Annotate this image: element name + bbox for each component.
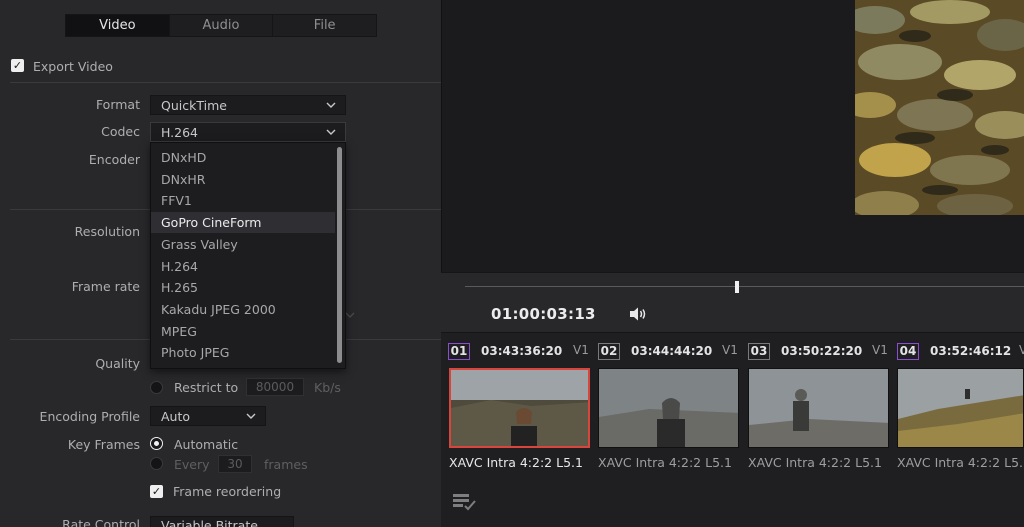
clip-thumbnail-image (898, 369, 1023, 447)
restrict-radio[interactable] (150, 381, 163, 394)
clip-name: XAVC Intra 4:2:2 L5.1 (598, 455, 732, 470)
clip-thumbnail-image (599, 369, 738, 447)
clip-number-badge: 01 (448, 342, 470, 360)
every-radio[interactable] (150, 457, 163, 470)
quality-label: Quality (95, 356, 140, 371)
dropdown-item-dnxhr[interactable]: DNxHR (151, 169, 335, 190)
rate-control-select[interactable]: Variable Bitrate (150, 516, 294, 527)
settings-tabs: Video Audio File (65, 14, 377, 37)
encoding-profile-select[interactable]: Auto (150, 406, 266, 426)
dropdown-item-gopro-cineform[interactable]: GoPro CineForm (151, 212, 335, 233)
export-video-label: Export Video (33, 59, 113, 74)
render-settings-panel: Video Audio File ✓ Export Video Format Q… (0, 0, 441, 527)
clip-header-4: 04 03:52:46:12 (897, 342, 1011, 360)
restrict-unit: Kb/s (314, 380, 341, 395)
dropdown-item-kakadu-jpeg-2000[interactable]: Kakadu JPEG 2000 (151, 299, 335, 320)
codec-value: H.264 (161, 124, 199, 140)
codec-label: Codec (101, 124, 140, 139)
clip-track: V1 (573, 343, 589, 357)
speaker-icon[interactable] (628, 306, 648, 322)
tab-file[interactable]: File (273, 15, 376, 36)
chevron-down-icon (326, 102, 336, 108)
clip-thumbnail-image (451, 370, 588, 446)
format-value: QuickTime (161, 97, 227, 113)
clip-timecode: 03:44:44:20 (631, 344, 713, 358)
clip-timecode: 03:52:46:12 (930, 344, 1012, 358)
encoder-label: Encoder (88, 152, 140, 167)
clip-track: V1 (722, 343, 738, 357)
clip-timecode: 03:50:22:20 (781, 344, 863, 358)
clip-thumbnail[interactable] (897, 368, 1024, 448)
encoding-profile-value: Auto (161, 408, 191, 424)
clip-number-badge: 03 (748, 342, 770, 360)
restrict-bitrate-input[interactable]: 80000 (246, 378, 304, 396)
clip-thumbnail[interactable] (748, 368, 889, 448)
frame-rate-label: Frame rate (71, 279, 140, 294)
restrict-label: Restrict to (174, 380, 239, 395)
key-frames-label: Key Frames (67, 437, 140, 452)
frame-reordering-label: Frame reordering (173, 484, 282, 499)
automatic-radio[interactable] (151, 438, 162, 449)
scrubber-track[interactable] (465, 286, 1024, 287)
dropdown-item-grass-valley[interactable]: Grass Valley (151, 234, 335, 255)
clip-track: V1 (872, 343, 888, 357)
rate-control-label: Rate Control (62, 517, 140, 527)
codec-dropdown-list: DNxHD DNxHR FFV1 GoPro CineForm Grass Va… (150, 142, 346, 369)
chevron-down-icon (326, 129, 336, 135)
clip-header-3: 03 03:50:22:20 (748, 342, 862, 360)
clip-name: XAVC Intra 4:2:2 L5.1 (897, 455, 1024, 470)
dropdown-item-dnxhd[interactable]: DNxHD (151, 147, 335, 168)
tab-video[interactable]: Video (66, 15, 170, 36)
clip-number-badge: 02 (598, 342, 620, 360)
clip-track: V (1019, 343, 1024, 357)
automatic-label: Automatic (174, 437, 239, 452)
encoding-profile-label: Encoding Profile (39, 409, 140, 424)
tab-audio[interactable]: Audio (170, 15, 274, 36)
dropdown-item-photo-jpeg[interactable]: Photo JPEG (151, 342, 335, 363)
clips-footer (441, 480, 1024, 527)
every-label: Every (174, 457, 210, 472)
clip-name: XAVC Intra 4:2:2 L5.1 (748, 455, 882, 470)
rate-control-value: Variable Bitrate (161, 517, 258, 527)
rock-texture-image (855, 0, 1024, 215)
export-video-checkbox[interactable]: ✓ (11, 59, 24, 72)
clip-header-2: 02 03:44:44:20 (598, 342, 712, 360)
clip-number-badge: 04 (897, 342, 919, 360)
format-label: Format (95, 97, 140, 112)
clip-name: XAVC Intra 4:2:2 L5.1 (449, 455, 583, 470)
clip-header-1: 01 03:43:36:20 (448, 342, 562, 360)
viewer-timecode: 01:00:03:13 (491, 305, 596, 323)
codec-select[interactable]: H.264 (150, 122, 346, 142)
clip-thumbnail-image (749, 369, 888, 447)
divider (10, 82, 441, 83)
clip-timecode: 03:43:36:20 (481, 344, 563, 358)
dropdown-scrollbar[interactable] (337, 147, 342, 363)
dropdown-item-h265[interactable]: H.265 (151, 277, 335, 298)
resolution-label: Resolution (74, 224, 140, 239)
frame-reordering-checkbox[interactable]: ✓ (150, 485, 163, 498)
every-unit: frames (264, 457, 308, 472)
format-select[interactable]: QuickTime (150, 95, 346, 115)
playhead-handle[interactable] (735, 281, 739, 293)
clip-thumbnail[interactable] (449, 368, 590, 448)
transport-bar (441, 272, 1024, 332)
dropdown-item-h264[interactable]: H.264 (151, 256, 335, 277)
every-frames-input[interactable]: 30 (218, 455, 252, 473)
viewer-frame-image (855, 0, 1024, 215)
clip-thumbnail[interactable] (598, 368, 739, 448)
dropdown-item-mpeg[interactable]: MPEG (151, 321, 335, 342)
dropdown-item-ffv1[interactable]: FFV1 (151, 190, 335, 211)
render-queue-icon[interactable] (452, 492, 478, 512)
chevron-down-icon (246, 413, 256, 419)
